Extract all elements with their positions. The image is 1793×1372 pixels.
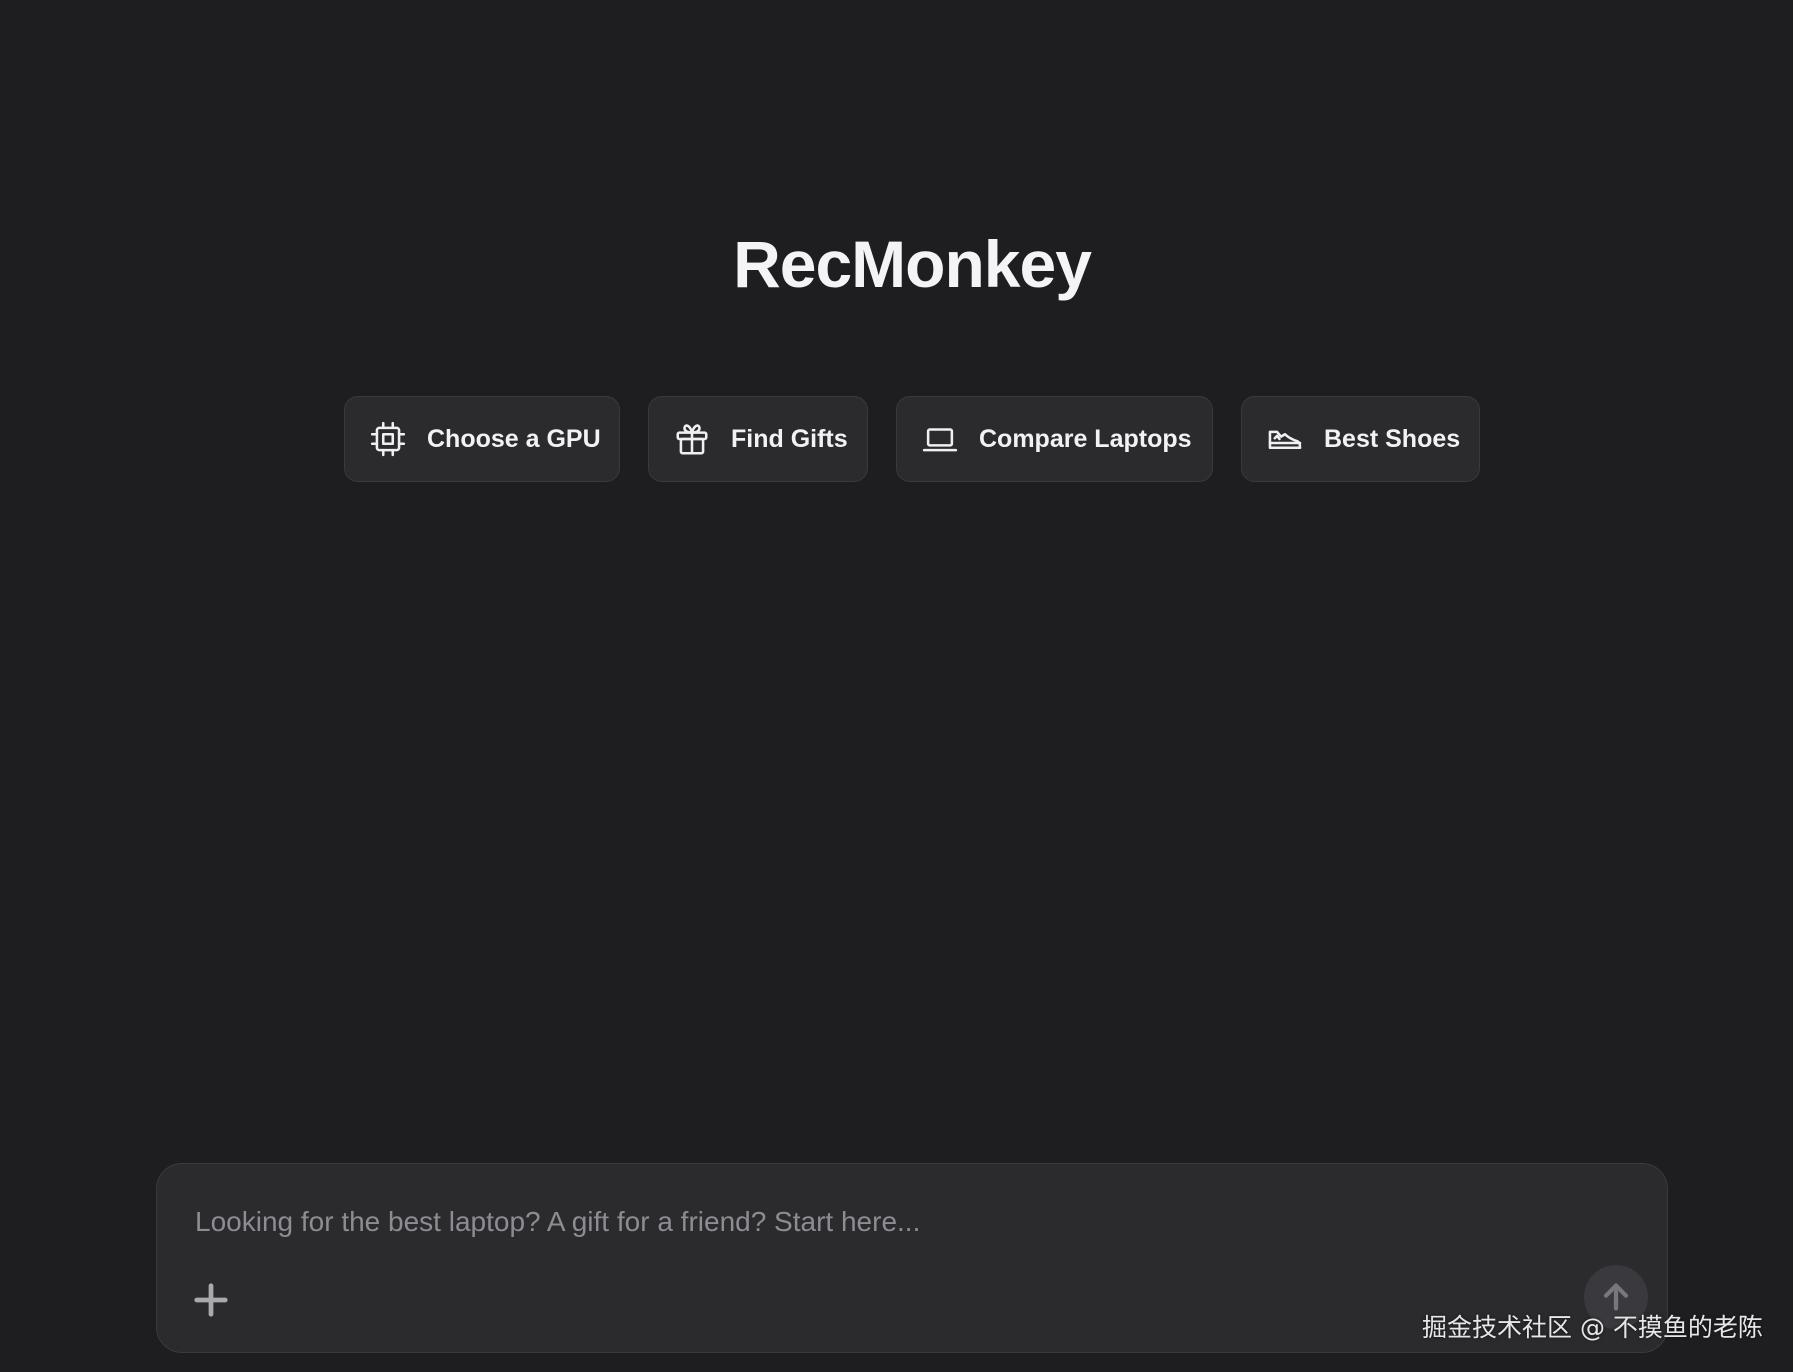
page: RecMonkey Choose a GPU Find Gifts Compar… [0,0,1793,1372]
suggestion-best-shoes[interactable]: Best Shoes [1241,396,1480,482]
suggestion-choose-gpu[interactable]: Choose a GPU [344,396,620,482]
suggestion-label: Find Gifts [731,424,848,453]
laptop-icon [921,419,959,459]
watermark: 掘金技术社区 @ 不摸鱼的老陈 [1422,1313,1763,1342]
suggestion-compare-laptops[interactable]: Compare Laptops [896,396,1213,482]
app-title: RecMonkey [733,227,1092,301]
plus-icon [194,1283,228,1317]
suggestion-label: Best Shoes [1324,424,1461,453]
suggestion-chips: Choose a GPU Find Gifts Compare Laptops … [344,396,1480,482]
gift-icon [673,419,711,459]
add-attachment-button[interactable] [185,1274,237,1326]
suggestion-label: Compare Laptops [979,424,1192,453]
suggestion-find-gifts[interactable]: Find Gifts [648,396,868,482]
suggestion-label: Choose a GPU [427,424,601,453]
shoe-icon [1266,419,1304,459]
chat-input[interactable] [193,1196,1597,1248]
cpu-chip-icon [369,419,407,459]
